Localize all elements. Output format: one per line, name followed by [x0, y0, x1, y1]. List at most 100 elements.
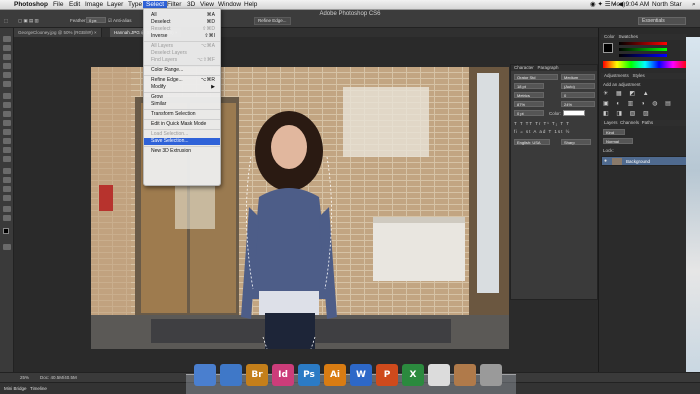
spotlight-icon[interactable]: ⌕	[692, 1, 696, 9]
menu-window[interactable]: Window	[218, 1, 241, 9]
adjustment-icons-row-1[interactable]: ☀ ▦ ◩ ▲	[603, 90, 652, 97]
dock-app-icon[interactable]: Id	[272, 364, 294, 386]
selection-mode-icons[interactable]: ▢ ▣ ▤ ▥	[18, 18, 39, 24]
menu-item-color-range[interactable]: Color Range...	[144, 67, 220, 74]
quick-mask-icon[interactable]	[3, 244, 11, 250]
menu-type[interactable]: Type	[128, 1, 142, 9]
tracking-input[interactable]: 0	[561, 92, 595, 98]
menu-item-new-3d-extrusion[interactable]: New 3D Extrusion	[144, 148, 220, 155]
menu-item-transform-selection[interactable]: Transform Selection	[144, 111, 220, 118]
adjustment-icons-row-3[interactable]: ◧ ◨ ▧ ▨	[603, 110, 652, 117]
dock-app-icon[interactable]: P	[376, 364, 398, 386]
refine-edge-button[interactable]: Refine Edge...	[254, 17, 291, 25]
opentype-buttons[interactable]: fi ℴ st A ad T 1st ½	[514, 129, 570, 135]
move-tool-icon[interactable]	[3, 36, 11, 42]
dock-app-icon[interactable]	[454, 364, 476, 386]
brush-tool-icon[interactable]	[3, 102, 11, 108]
tab-georgeclooney[interactable]: GeorgeClooney.jpg @ 50% (RGB/8#) ×	[14, 28, 102, 37]
menu-item-deselect[interactable]: Deselect ⌘D	[144, 19, 220, 26]
path-selection-icon[interactable]	[3, 186, 11, 192]
feather-input[interactable]: 0 px	[86, 17, 106, 23]
zoom-level[interactable]: 25%	[20, 375, 29, 380]
healing-brush-icon[interactable]	[3, 93, 11, 99]
user-name[interactable]: North Star	[652, 1, 682, 9]
tab-color[interactable]: Color	[604, 34, 615, 39]
language-select[interactable]: English: USA	[514, 139, 550, 145]
font-style-select[interactable]: Medium	[561, 74, 595, 80]
layer-row-background[interactable]: ● Background	[601, 156, 687, 166]
type-tool-icon[interactable]	[3, 177, 11, 183]
dock-app-icon[interactable]: X	[402, 364, 424, 386]
menu-item-save-selection[interactable]: Save Selection...	[144, 138, 220, 145]
lasso-tool-icon[interactable]	[3, 54, 11, 60]
dock-app-icon[interactable]	[194, 364, 216, 386]
dodge-tool-icon[interactable]	[3, 156, 11, 162]
menu-item-edit-in-quick-mask-mode[interactable]: Edit in Quick Mask Mode	[144, 121, 220, 128]
menu-item-inverse[interactable]: Inverse ⇧⌘I	[144, 33, 220, 40]
menu-app-name[interactable]: Photoshop	[14, 1, 48, 9]
foreground-color-swatch[interactable]	[3, 228, 9, 234]
blue-slider[interactable]	[619, 54, 667, 57]
quick-selection-tool-icon[interactable]	[3, 63, 11, 69]
tab-timeline[interactable]: Timeline	[30, 386, 47, 391]
menu-item-similar[interactable]: Similar	[144, 101, 220, 108]
tab-paths[interactable]: Paths	[642, 120, 654, 125]
dock-app-icon[interactable]: Ai	[324, 364, 346, 386]
tab-adjustments[interactable]: Adjustments	[604, 73, 629, 78]
menu-item-refine-edge[interactable]: Refine Edge... ⌥⌘R	[144, 77, 220, 84]
menu-item-all[interactable]: All ⌘A	[144, 12, 220, 19]
anti-alias-select[interactable]: Sharp	[561, 139, 591, 145]
baseline-input[interactable]: 0 pt	[514, 110, 544, 116]
shape-tool-icon[interactable]	[3, 195, 11, 201]
green-slider[interactable]	[619, 48, 667, 51]
tab-paragraph[interactable]: Paragraph	[538, 65, 559, 70]
blend-mode-select[interactable]: Normal	[603, 138, 633, 144]
hand-tool-icon[interactable]	[3, 206, 11, 212]
tab-character[interactable]: Character	[514, 65, 534, 70]
menu-help[interactable]: Help	[244, 1, 257, 9]
text-style-buttons[interactable]: T T TT Tr T¹ T₁ T T	[514, 121, 570, 126]
menu-item-modify[interactable]: Modify ▶	[144, 84, 220, 91]
red-slider[interactable]	[619, 42, 667, 45]
tab-layers[interactable]: Layers	[604, 120, 618, 125]
dock-app-icon[interactable]	[480, 364, 502, 386]
zoom-tool-icon[interactable]	[3, 215, 11, 221]
font-size-input[interactable]: 18 pt	[514, 83, 544, 89]
menu-image[interactable]: Image	[85, 1, 103, 9]
blur-tool-icon[interactable]	[3, 147, 11, 153]
eye-icon[interactable]: ●	[604, 158, 607, 164]
gradient-tool-icon[interactable]	[3, 138, 11, 144]
clock[interactable]: Mon 9:04 AM	[611, 1, 649, 9]
dock-app-icon[interactable]: Ps	[298, 364, 320, 386]
adjustment-icons-row-2[interactable]: ▣ ◐ ▥ ◑ ◍ ▤	[603, 100, 674, 107]
eyedropper-tool-icon[interactable]	[3, 81, 11, 87]
workspace-switcher[interactable]: Essentials	[638, 17, 686, 25]
history-brush-icon[interactable]	[3, 120, 11, 126]
kerning-input[interactable]: Metrics	[514, 92, 544, 98]
menu-layer[interactable]: Layer	[107, 1, 123, 9]
pen-tool-icon[interactable]	[3, 168, 11, 174]
marquee-tool-icon[interactable]	[3, 45, 11, 51]
menu-item-grow[interactable]: Grow	[144, 94, 220, 101]
eraser-tool-icon[interactable]	[3, 129, 11, 135]
dock-app-icon[interactable]	[220, 364, 242, 386]
color-fg-swatch[interactable]	[603, 43, 613, 53]
anti-alias-checkbox[interactable]: ☑ Anti-alias	[108, 18, 132, 24]
tab-mini-bridge[interactable]: Mini Bridge	[4, 386, 27, 391]
dock-app-icon[interactable]	[428, 364, 450, 386]
tab-styles[interactable]: Styles	[633, 73, 645, 78]
horizontal-scale-input[interactable]: 24%	[561, 101, 595, 107]
text-color-swatch[interactable]	[563, 110, 585, 116]
layer-filter-kind[interactable]: Kind	[603, 129, 625, 135]
crop-tool-icon[interactable]	[3, 72, 11, 78]
menu-file[interactable]: File	[53, 1, 63, 9]
vertical-scale-input[interactable]: 87%	[514, 101, 544, 107]
color-spectrum[interactable]	[603, 61, 687, 68]
leading-input[interactable]: (Auto)	[561, 83, 595, 89]
menu-edit[interactable]: Edit	[69, 1, 80, 9]
marquee-tool-icon[interactable]: ⬚	[4, 18, 8, 24]
tab-channels[interactable]: Channels	[620, 120, 639, 125]
tab-swatches[interactable]: Swatches	[619, 34, 639, 39]
font-family-select[interactable]: Orator Std	[514, 74, 558, 80]
dock-app-icon[interactable]: Br	[246, 364, 268, 386]
